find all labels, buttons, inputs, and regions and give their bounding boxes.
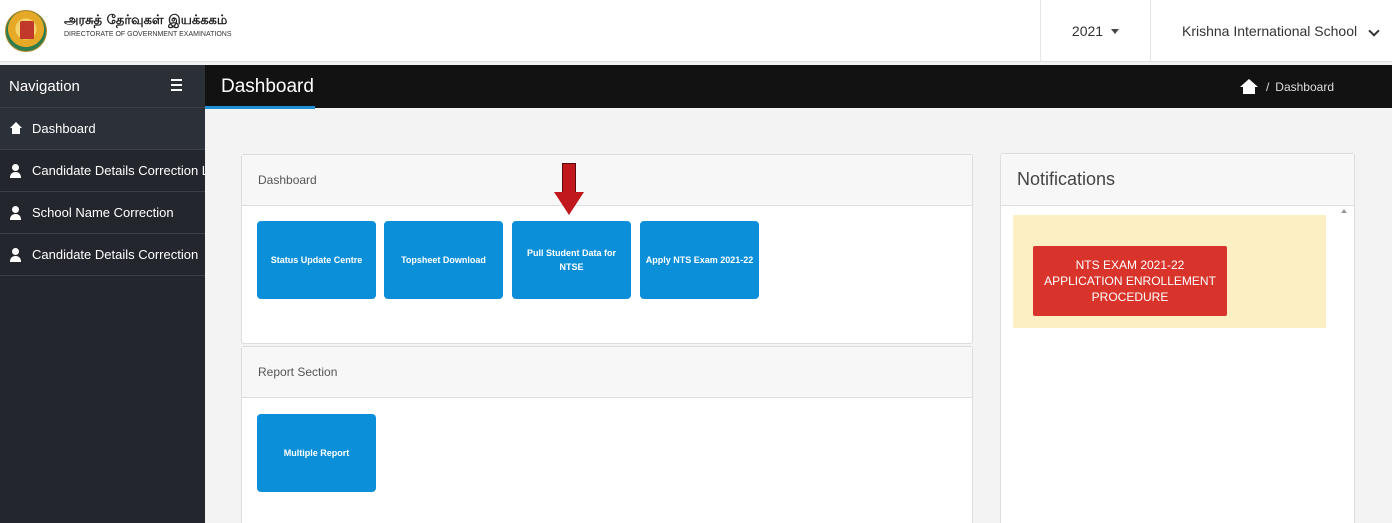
- school-dropdown[interactable]: Krishna International School: [1150, 0, 1392, 62]
- brand-subtitle: DIRECTORATE OF GOVERNMENT EXAMINATIONS: [64, 31, 232, 38]
- sidebar-item-dashboard[interactable]: Dashboard: [0, 108, 205, 150]
- tamil-nadu-emblem-logo: [5, 10, 47, 52]
- breadcrumb-current: Dashboard: [1275, 79, 1334, 94]
- notifications-panel: Notifications: [1000, 153, 1355, 523]
- school-name: Krishna International School: [1182, 23, 1358, 39]
- top-bar: அரசுத் தேர்வுகள் இயக்ககம் DIRECTORATE OF…: [0, 0, 1392, 62]
- sidebar-item-candidate-details-correction[interactable]: Candidate Details Correction: [0, 234, 205, 276]
- annotation-arrow-down-icon: [554, 192, 584, 215]
- annotation-arrow-shaft: [562, 163, 576, 193]
- year-value: 2021: [1071, 23, 1104, 39]
- menu-toggle-icon[interactable]: [171, 79, 182, 91]
- user-icon: [9, 163, 23, 178]
- nts-exam-procedure-link[interactable]: NTS EXAM 2021-22 APPLICATION ENROLLEMENT…: [1033, 246, 1227, 316]
- sidebar-heading: Navigation: [9, 77, 80, 95]
- panel-heading: Report Section: [242, 347, 972, 398]
- sidebar-item-label: Candidate Details Correction: [32, 247, 199, 262]
- brand-title-tamil: அரசுத் தேர்வுகள் இயக்ககம்: [64, 13, 228, 28]
- status-update-centre-button[interactable]: Status Update Centre: [257, 221, 376, 299]
- sidebar-header: Navigation: [0, 65, 205, 108]
- notifications-heading: Notifications: [1001, 154, 1354, 206]
- pull-student-data-button[interactable]: Pull Student Data for NTSE: [512, 221, 631, 299]
- page-header: Dashboard / Dashboard: [205, 65, 1392, 109]
- title-underline: [205, 106, 315, 109]
- page-title: Dashboard: [221, 76, 314, 97]
- topsheet-download-button[interactable]: Topsheet Download: [384, 221, 503, 299]
- breadcrumb-separator: /: [1265, 79, 1270, 94]
- chevron-down-icon: [1368, 25, 1380, 37]
- home-icon[interactable]: [1239, 79, 1258, 94]
- apply-nts-exam-button[interactable]: Apply NTS Exam 2021-22: [640, 221, 759, 299]
- sidebar-item-candidate-details-correction-list[interactable]: Candidate Details Correction List: [0, 150, 205, 192]
- home-icon: [9, 121, 23, 136]
- user-icon: [9, 205, 23, 220]
- sidebar-item-school-name-correction[interactable]: School Name Correction: [0, 192, 205, 234]
- panel-heading: Dashboard: [242, 155, 972, 206]
- breadcrumb: / Dashboard: [1239, 79, 1334, 94]
- sidebar-item-label: Candidate Details Correction List: [32, 163, 205, 178]
- scroll-up-icon[interactable]: [1341, 209, 1347, 213]
- user-icon: [9, 247, 23, 262]
- sidebar-item-label: School Name Correction: [32, 205, 174, 220]
- sidebar-item-label: Dashboard: [32, 121, 96, 136]
- multiple-report-button[interactable]: Multiple Report: [257, 414, 376, 492]
- caret-down-icon: [1111, 28, 1120, 34]
- year-dropdown[interactable]: 2021: [1040, 0, 1150, 62]
- sidebar: Navigation Dashboard Candidate Details C…: [0, 65, 205, 523]
